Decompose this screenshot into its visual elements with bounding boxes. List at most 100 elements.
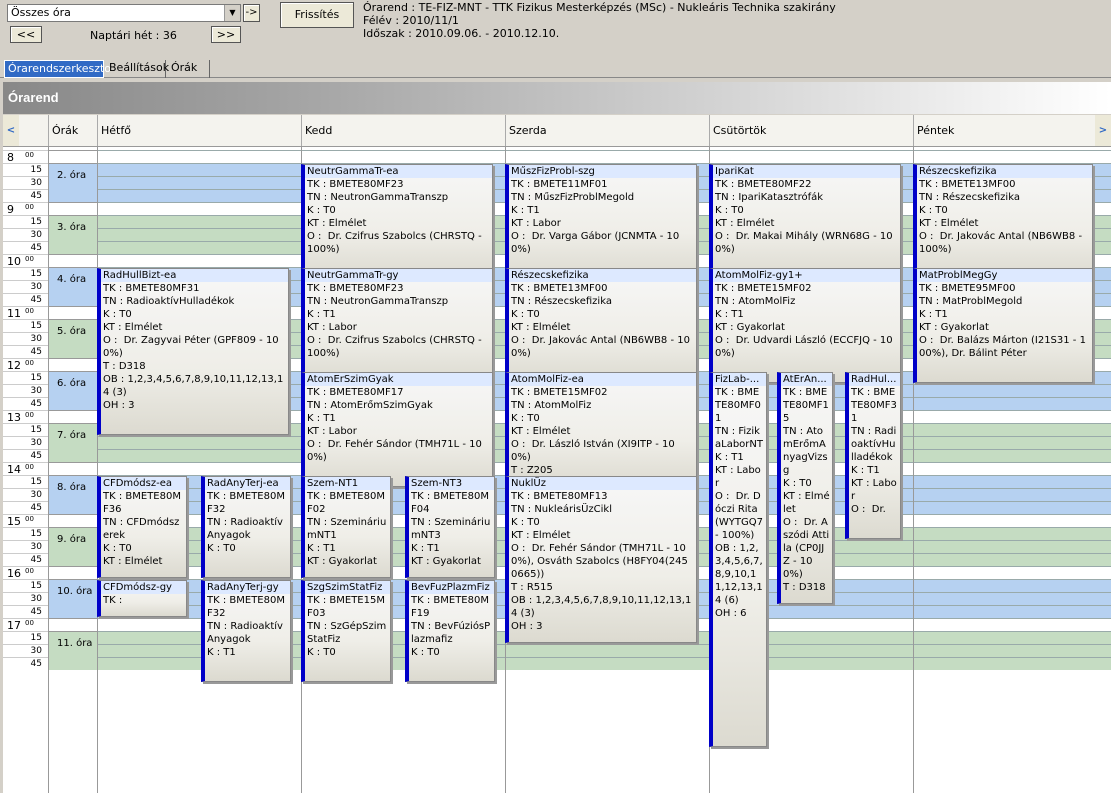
timetable: < Órák Hétfő Kedd Szerda Csütörtök Pénte…	[3, 115, 1111, 793]
time-label: 15	[3, 631, 48, 644]
period-label: 3. óra	[49, 215, 97, 254]
refresh-button[interactable]: Frissítés	[280, 2, 354, 28]
go-button[interactable]: ->	[243, 4, 260, 22]
schedule-info: Órarend : TE-FIZ-MNT - TTK Fizikus Meste…	[363, 1, 836, 40]
hour-start-cell	[49, 410, 97, 423]
course-block[interactable]: Szem-NT3 TK : BMETE80MF04 TN : Szemináriu…	[405, 476, 495, 578]
course-title: AtomMolFiz-ea	[509, 373, 696, 386]
time-label: 30	[3, 644, 48, 657]
course-title: RadAnyTerj-ea	[205, 477, 290, 490]
column-divider	[48, 147, 49, 793]
scroll-right-icon[interactable]: >	[1095, 115, 1111, 146]
course-details: TK : BMETE80MF17 TN : AtomErőmSzimGyak K…	[307, 387, 482, 463]
hour-start-cell	[49, 566, 97, 579]
course-title: IpariKat	[713, 165, 900, 178]
course-block[interactable]: AtomMolFiz-gy1+ TK : BMETE15MF02 TN : Ato…	[709, 268, 901, 383]
course-title: RadHullBizt-ea	[101, 269, 288, 282]
minute-label: 00	[25, 515, 34, 523]
course-details: TK : BMETE95MF00 TN : MatProblMegold K :…	[919, 283, 1086, 359]
course-block[interactable]: AtErAn... TK : BMETE80MF15 TN : AtomErőmA…	[777, 372, 833, 604]
course-block[interactable]: SzgSzimStatFiz TK : BMETE15MF03 TN : SzGé…	[301, 580, 391, 682]
time-label: 15	[3, 423, 48, 436]
period-label: 4. óra	[49, 267, 97, 306]
course-block[interactable]: RadHul... TK : BMETE80MF31 TN : Radioaktí…	[845, 372, 901, 539]
course-details: TK : BMETE80MF01 TN : FizikaLaborNT K : …	[715, 387, 763, 619]
time-label: 16 00	[3, 566, 48, 580]
course-block[interactable]: MűszFizProbl-szg TK : BMETE11MF01 TN : Mű…	[505, 164, 697, 279]
course-block[interactable]: NuklÜz TK : BMETE80MF13 TN : NukleárisÜzC…	[505, 476, 697, 643]
hour-start-cell	[49, 358, 97, 371]
prev-week-button[interactable]: <<	[10, 26, 42, 43]
course-block[interactable]: AtomMolFiz-ea TK : BMETE15MF02 TN : AtomM…	[505, 372, 697, 487]
course-block[interactable]: FizLab-... TK : BMETE80MF01 TN : FizikaLa…	[709, 372, 767, 747]
header-day-tuesday: Kedd	[301, 115, 505, 146]
course-block[interactable]: Részecskefizika TK : BMETE13MF00 TN : Rés…	[913, 164, 1093, 279]
course-block[interactable]: RadHullBizt-ea TK : BMETE80MF31 TN : Radi…	[97, 268, 289, 435]
hour-start-cell	[49, 462, 97, 475]
course-block[interactable]: CFDmódsz-gy TK :	[97, 580, 187, 617]
time-label: 30	[3, 176, 48, 189]
time-label: 12 00	[3, 358, 48, 372]
time-label: 15	[3, 319, 48, 332]
filter-select[interactable]: Összes óra ▼	[7, 4, 241, 22]
course-block[interactable]: MatProblMegGy TK : BMETE95MF00 TN : MatPr…	[913, 268, 1093, 383]
header-orak: Órák	[48, 115, 97, 146]
course-details: TK : BMETE15MF03 TN : SzGépSzimStatFiz K…	[307, 595, 387, 658]
quarter-label: 45	[30, 659, 42, 669]
course-title: CFDmódsz-ea	[101, 477, 186, 490]
hour-start-cell	[49, 150, 97, 163]
tab-orak[interactable]: Órák	[168, 60, 210, 78]
period-label: 11. óra	[49, 631, 97, 670]
course-block[interactable]: IpariKat TK : BMETE80MF22 TN : IpariKatas…	[709, 164, 901, 279]
time-label: 15	[3, 475, 48, 488]
chevron-down-icon[interactable]: ▼	[224, 5, 240, 21]
tab-beallitasok[interactable]: Beállítások	[106, 60, 169, 78]
minute-label: 00	[25, 567, 34, 575]
time-label: 9 00	[3, 202, 48, 216]
time-label: 15	[3, 371, 48, 384]
course-title: MatProblMegGy	[917, 269, 1092, 282]
course-title: CFDmódsz-gy	[101, 581, 186, 594]
course-block[interactable]: NeutrGammaTr-ea TK : BMETE80MF23 TN : Neu…	[301, 164, 493, 279]
course-block[interactable]: RadAnyTerj-ea TK : BMETE80MF32 TN : Radio…	[201, 476, 291, 578]
minute-label: 00	[25, 307, 34, 315]
course-block[interactable]: AtomErSzimGyak TK : BMETE80MF17 TN : Atom…	[301, 372, 493, 487]
time-label: 30	[3, 384, 48, 397]
course-block[interactable]: NeutrGammaTr-gy TK : BMETE80MF23 TN : Neu…	[301, 268, 493, 383]
minute-label: 00	[25, 619, 34, 627]
course-details: TK : BMETE15MF02 TN : AtomMolFiz K : T1 …	[715, 283, 893, 359]
next-week-button[interactable]: >>	[211, 26, 241, 43]
time-label: 30	[3, 436, 48, 449]
course-details: TK :	[103, 595, 123, 606]
course-title: AtomMolFiz-gy1+	[713, 269, 900, 282]
course-block[interactable]: Szem-NT1 TK : BMETE80MF02 TN : Szemináriu…	[301, 476, 391, 578]
hour-start-cell	[49, 202, 97, 215]
day-header-row: < Órák Hétfő Kedd Szerda Csütörtök Pénte…	[3, 115, 1111, 147]
course-block[interactable]: Részecskefizika TK : BMETE13MF00 TN : Rés…	[505, 268, 697, 383]
header-day-thursday: Csütörtök	[709, 115, 913, 146]
course-block[interactable]: RadAnyTerj-gy TK : BMETE80MF32 TN : Radio…	[201, 580, 291, 682]
course-title: Szem-NT3	[409, 477, 494, 490]
course-title: AtomErSzimGyak	[305, 373, 492, 386]
time-label: 15	[3, 527, 48, 540]
time-label: 30	[3, 488, 48, 501]
minute-label: 00	[25, 463, 34, 471]
course-details: TK : BMETE80MF15 TN : AtomErőmAnyagVizsg…	[783, 387, 830, 593]
grid-line	[97, 150, 1111, 151]
course-details: TK : BMETE15MF02 TN : AtomMolFiz K : T0 …	[511, 387, 675, 476]
course-details: TK : BMETE11MF01 TN : MűszFizProblMegold…	[511, 179, 680, 255]
scroll-left-icon[interactable]: <	[3, 115, 19, 146]
header-day-monday: Hétfő	[97, 115, 301, 146]
header-day-wednesday: Szerda	[505, 115, 709, 146]
tab-orarendszerkeszto[interactable]: Órarendszerkeszto	[4, 60, 111, 78]
course-title: RadHul...	[849, 373, 900, 386]
course-block[interactable]: BevFuzPlazmFiz TK : BMETE80MF19 TN : BevF…	[405, 580, 495, 682]
time-label: 15	[3, 215, 48, 228]
course-details: TK : BMETE80MF23 TN : NeutronGammaTransz…	[307, 179, 482, 255]
course-details: TK : BMETE80MF04 TN : SzemináriumNT3 K :…	[411, 491, 491, 567]
course-block[interactable]: CFDmódsz-ea TK : BMETE80MF36 TN : CFDmóds…	[97, 476, 187, 578]
course-title: MűszFizProbl-szg	[509, 165, 696, 178]
course-title: FizLab-...	[713, 373, 766, 386]
column-divider	[97, 147, 98, 793]
period-label: 2. óra	[49, 163, 97, 202]
